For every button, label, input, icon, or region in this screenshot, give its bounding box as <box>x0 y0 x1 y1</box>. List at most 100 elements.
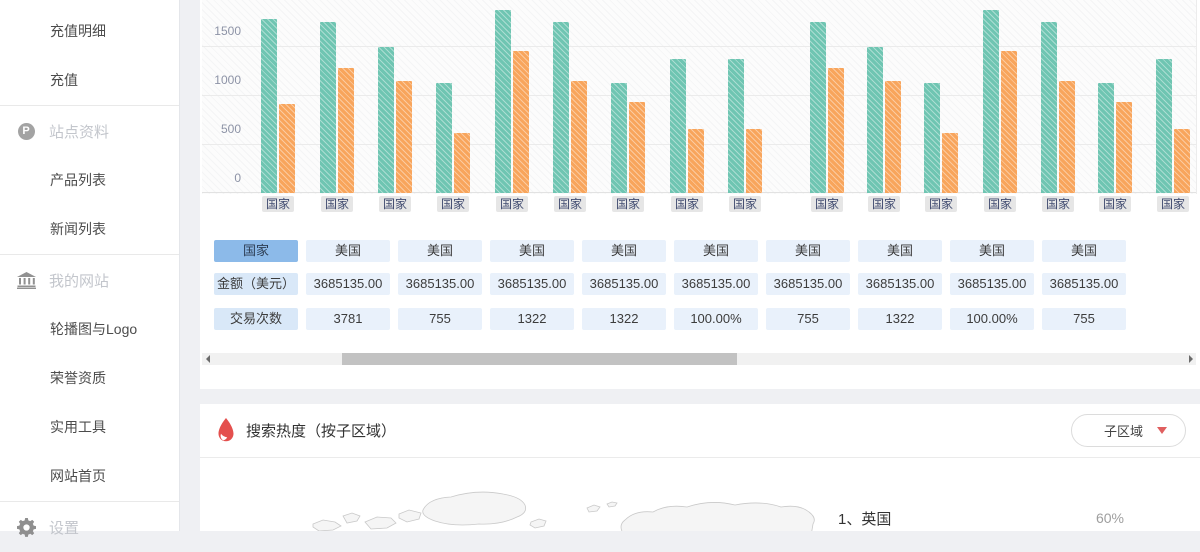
x-axis-label-chip: 国家 <box>379 196 411 212</box>
heat-card-header: 搜索热度（按子区域） 子区域 <box>200 404 1200 458</box>
y-axis-tick-label: 500 <box>200 122 241 136</box>
bar-orange[interactable] <box>454 133 470 193</box>
right-arrow-icon <box>1189 355 1193 363</box>
sidebar-item[interactable]: 荣誉资质 <box>0 354 179 403</box>
heat-card: 搜索热度（按子区域） 子区域 1、英国60% <box>200 404 1200 531</box>
world-map <box>295 484 825 531</box>
bar-orange[interactable] <box>629 102 645 193</box>
table-column-header: 美国 <box>858 240 942 262</box>
table-cell: 3685135.00 <box>950 273 1034 295</box>
x-axis-label-chip: 国家 <box>612 196 644 212</box>
bar-orange[interactable] <box>1001 51 1017 193</box>
table-cell: 3781 <box>306 308 390 330</box>
table-cell: 3685135.00 <box>306 273 390 295</box>
bar-teal[interactable] <box>611 83 627 193</box>
x-axis-label-chip: 国家 <box>671 196 703 212</box>
sidebar-section-label: 站点资料 <box>49 121 109 142</box>
bar-teal[interactable] <box>728 59 744 193</box>
table-cell: 3685135.00 <box>398 273 482 295</box>
table-column-header: 美国 <box>1042 240 1126 262</box>
table-cell: 755 <box>1042 308 1126 330</box>
bar-orange[interactable] <box>338 68 354 193</box>
table-column-header: 美国 <box>950 240 1034 262</box>
rank-item: 1、英国60% <box>838 506 1124 530</box>
rank-item-name: 1、英国 <box>838 508 891 529</box>
table-cell: 1322 <box>582 308 666 330</box>
bar-teal[interactable] <box>983 10 999 193</box>
table-column-header: 美国 <box>766 240 850 262</box>
bar-orange[interactable] <box>828 68 844 193</box>
scrollbar-thumb[interactable] <box>342 353 737 365</box>
horizontal-scrollbar[interactable] <box>202 353 1196 365</box>
table-cell: 3685135.00 <box>766 273 850 295</box>
sidebar-item[interactable]: 充值 <box>0 56 179 105</box>
left-arrow-icon <box>206 355 210 363</box>
table-cell: 3685135.00 <box>1042 273 1126 295</box>
bar-orange[interactable] <box>1116 102 1132 193</box>
subregion-dropdown-button[interactable]: 子区域 <box>1071 414 1186 447</box>
sidebar-item[interactable]: 网站首页 <box>0 452 179 501</box>
sidebar-section-3[interactable]: 设置 <box>0 502 179 552</box>
bar-orange[interactable] <box>942 133 958 193</box>
x-axis-label-chip: 国家 <box>262 196 294 212</box>
bar-teal[interactable] <box>553 22 569 193</box>
bar-teal[interactable] <box>378 47 394 193</box>
x-axis-label-chip: 国家 <box>321 196 353 212</box>
table-row-label: 交易次数 <box>214 308 298 330</box>
chart-card: 050010001500 国家国家国家国家国家国家国家国家国家国家国家国家国家国… <box>200 0 1200 389</box>
bar-orange[interactable] <box>1174 129 1190 193</box>
table-cell: 3685135.00 <box>582 273 666 295</box>
heat-card-title: 搜索热度（按子区域） <box>246 420 396 441</box>
sidebar-section-label: 设置 <box>49 517 79 538</box>
bar-orange[interactable] <box>1059 81 1075 193</box>
heat-ranking-list: 1、英国60% <box>838 506 1124 530</box>
x-axis-label-chip: 国家 <box>729 196 761 212</box>
caret-down-icon <box>1157 427 1167 434</box>
x-axis-label-chip: 国家 <box>984 196 1016 212</box>
table-corner-cell: 国家 <box>214 240 298 262</box>
sidebar-item[interactable]: 产品列表 <box>0 156 179 205</box>
sidebar-section-1[interactable]: P 站点资料 <box>0 106 179 156</box>
sidebar-item[interactable]: 实用工具 <box>0 403 179 452</box>
bank-icon <box>17 272 36 289</box>
bar-orange[interactable] <box>688 129 704 193</box>
x-axis-label-chip: 国家 <box>1042 196 1074 212</box>
bar-orange[interactable] <box>513 51 529 193</box>
scroll-right-arrow[interactable] <box>1185 353 1196 365</box>
sidebar-item[interactable]: 轮播图与Logo <box>0 305 179 354</box>
scroll-left-arrow[interactable] <box>202 353 213 365</box>
bar-teal[interactable] <box>924 83 940 193</box>
bar-teal[interactable] <box>1098 83 1114 193</box>
bar-orange[interactable] <box>571 81 587 193</box>
bar-orange[interactable] <box>885 81 901 193</box>
sidebar-item[interactable]: 新闻列表 <box>0 205 179 254</box>
table-cell: 755 <box>766 308 850 330</box>
table-cell: 100.00% <box>950 308 1034 330</box>
bar-teal[interactable] <box>320 22 336 193</box>
bar-orange[interactable] <box>279 104 295 193</box>
x-axis-label-chip: 国家 <box>1157 196 1189 212</box>
sidebar-item[interactable]: 充值明细 <box>0 7 179 56</box>
bar-teal[interactable] <box>261 19 277 193</box>
p-circle-icon: P <box>18 123 35 140</box>
bar-teal[interactable] <box>1156 59 1172 193</box>
y-axis-tick-label: 1000 <box>200 73 241 87</box>
x-axis-label-chip: 国家 <box>868 196 900 212</box>
bar-teal[interactable] <box>495 10 511 193</box>
bar-orange[interactable] <box>396 81 412 193</box>
gear-icon <box>17 518 36 537</box>
table-column-header: 美国 <box>398 240 482 262</box>
bar-teal[interactable] <box>867 47 883 193</box>
sidebar-section-label: 我的网站 <box>49 270 109 291</box>
table-column-header: 美国 <box>674 240 758 262</box>
subregion-dropdown-label: 子区域 <box>1104 421 1143 440</box>
table-cell: 3685135.00 <box>674 273 758 295</box>
sidebar-section-2[interactable]: 我的网站 <box>0 255 179 305</box>
bar-teal[interactable] <box>1041 22 1057 193</box>
bar-orange[interactable] <box>746 129 762 193</box>
bar-teal[interactable] <box>810 22 826 193</box>
bar-teal[interactable] <box>436 83 452 193</box>
table-column-header: 美国 <box>306 240 390 262</box>
table-row-label: 金额（美元） <box>214 273 298 295</box>
bar-teal[interactable] <box>670 59 686 193</box>
